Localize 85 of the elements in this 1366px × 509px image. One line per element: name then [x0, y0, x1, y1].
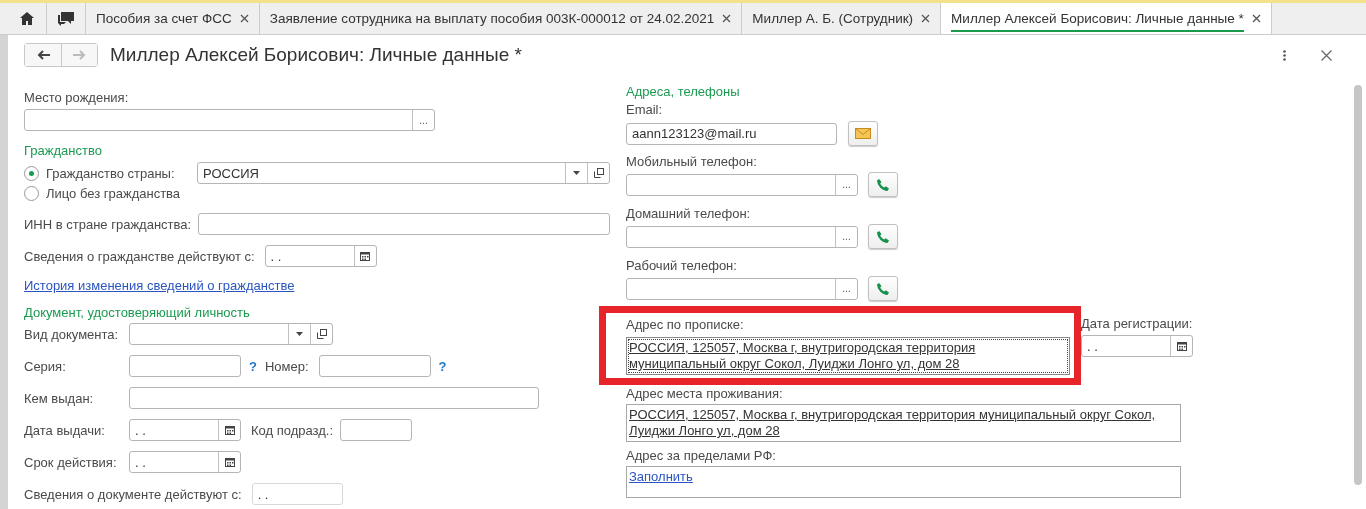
select-button[interactable]: ...	[835, 226, 857, 247]
document-type-field[interactable]	[129, 323, 333, 345]
address-field[interactable]: РОССИЯ, 125057, Москва г, внутригородская территория муниципальный округ Сокол, Луиджи Лонго ул, дом 28	[626, 404, 1181, 442]
calendar-icon	[360, 251, 371, 261]
field-label: Срок действия:	[24, 454, 117, 470]
inn-field[interactable]	[198, 213, 611, 235]
radio-label[interactable]: Гражданство страны:	[46, 165, 175, 181]
call-button[interactable]	[868, 276, 898, 301]
field-label: Место рождения:	[24, 90, 130, 105]
back-button[interactable]	[25, 44, 61, 66]
call-button[interactable]	[868, 172, 898, 197]
field-label: Серия:	[24, 358, 66, 374]
field-label: Кем выдан:	[24, 390, 94, 406]
field-label: Домашний телефон:	[626, 206, 752, 221]
phone-icon	[876, 177, 890, 192]
envelope-icon	[855, 128, 871, 139]
calendar-icon	[224, 457, 235, 467]
call-button[interactable]	[868, 224, 898, 249]
tab[interactable]: Пособия за счет ФСС	[86, 3, 260, 34]
radio-button[interactable]	[24, 186, 39, 201]
arrow-right-icon	[73, 50, 86, 60]
email-field[interactable]: aann123123@mail.ru	[626, 122, 837, 145]
phone-icon	[876, 229, 890, 244]
help-link[interactable]: ?	[438, 358, 447, 374]
number-field[interactable]	[318, 355, 431, 377]
code-field[interactable]	[340, 419, 413, 441]
date-field[interactable]: . .	[129, 451, 241, 473]
section-heading: Адреса, телефоны	[626, 84, 741, 99]
field-label: ИНН в стране гражданства:	[24, 216, 192, 232]
country-field[interactable]: РОССИЯ	[197, 162, 610, 184]
chat-icon	[58, 11, 74, 26]
send-email-button[interactable]	[848, 121, 878, 146]
select-button[interactable]: ...	[835, 174, 857, 195]
field-label: Сведения о гражданстве действуют с:	[24, 248, 255, 264]
more-icon	[1282, 49, 1286, 61]
open-window-icon	[593, 168, 604, 178]
address-field[interactable]: Заполнить	[626, 466, 1181, 498]
calendar-icon	[224, 425, 235, 435]
field-label: Дата регистрации:	[1081, 316, 1194, 331]
section-heading: Документ, удостоверяющий личность	[24, 305, 251, 320]
issuer-field[interactable]	[129, 387, 539, 409]
field-label: Рабочий телефон:	[626, 258, 738, 273]
phone-icon	[876, 281, 890, 296]
fill-link[interactable]: Заполнить	[629, 469, 693, 484]
section-heading: Гражданство	[24, 143, 103, 158]
phone-field[interactable]: ...	[626, 173, 858, 196]
arrow-left-icon	[36, 50, 50, 60]
calendar-icon	[1176, 341, 1187, 351]
phone-field[interactable]: ...	[626, 225, 858, 248]
field-label: Сведения о документе действуют с:	[24, 486, 242, 502]
series-field[interactable]	[129, 355, 241, 377]
close-icon	[1320, 49, 1332, 61]
field-label: Адрес за пределами РФ:	[626, 448, 777, 463]
field-label: Адрес по прописке:	[626, 317, 745, 332]
tab[interactable]: Заявление сотрудника на выплату пособия 003К-000012 от 24.02.2021	[259, 3, 743, 34]
home-icon	[20, 12, 34, 25]
open-window-icon	[316, 329, 327, 339]
field-label: Адрес места проживания:	[626, 386, 784, 401]
help-link[interactable]: ?	[249, 358, 257, 374]
date-field[interactable]: . .	[264, 245, 377, 267]
field-label: Код подразд.:	[251, 422, 334, 438]
date-field[interactable]: . .	[251, 483, 343, 505]
date-field[interactable]: . .	[1081, 335, 1193, 357]
radio-button[interactable]	[24, 165, 39, 181]
date-field[interactable]: . .	[129, 419, 241, 441]
field-label: Мобильный телефон:	[626, 154, 758, 169]
address-field[interactable]: РОССИЯ, 125057, Москва г, внутригородская территория муниципальный округ Сокол, Луиджи Лонго ул, дом 28	[626, 337, 1070, 375]
close-icon[interactable]	[1251, 14, 1261, 23]
field-label: Вид документа:	[24, 326, 119, 342]
close-icon[interactable]	[722, 14, 732, 23]
field-label: Дата выдачи:	[24, 422, 105, 438]
close-icon[interactable]	[239, 14, 249, 23]
field-label: Email:	[626, 102, 664, 117]
tab[interactable]: Миллер Алексей Борисович: Личные данные *	[941, 3, 1272, 34]
radio-label[interactable]: Лицо без гражданства	[46, 186, 181, 201]
select-button[interactable]: ...	[835, 278, 857, 299]
caret-icon	[296, 332, 303, 336]
form-title: Миллер Алексей Борисович: Личные данные *	[110, 44, 523, 66]
select-button[interactable]: ...	[412, 110, 434, 130]
phone-field[interactable]: ...	[626, 277, 858, 300]
close-icon[interactable]	[921, 14, 931, 23]
caret-icon	[573, 171, 580, 175]
field-label: Номер:	[264, 358, 309, 374]
history-link[interactable]: История изменения сведений о гражданстве	[24, 278, 295, 293]
birthplace-field[interactable]: ...	[24, 109, 435, 131]
